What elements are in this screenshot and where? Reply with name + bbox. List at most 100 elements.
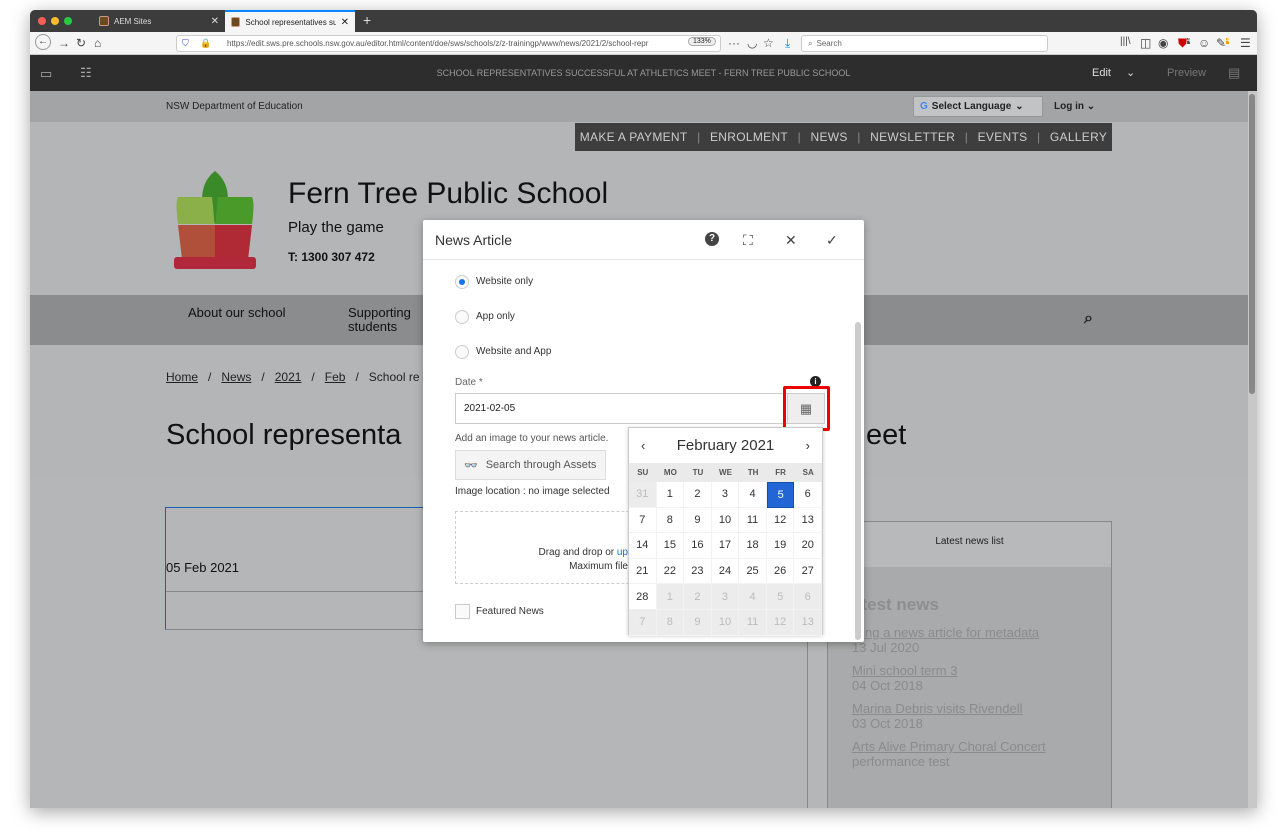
breadcrumb-news[interactable]: News <box>221 370 251 384</box>
lock-warning-icon[interactable]: 🔒 <box>200 38 211 49</box>
menu-newsletter[interactable]: NEWSLETTER <box>870 130 955 144</box>
calendar-day[interactable]: 16 <box>684 533 712 559</box>
calendar-day[interactable]: 17 <box>711 533 740 559</box>
calendar-day[interactable]: 6 <box>794 482 822 508</box>
calendar-day[interactable]: 13 <box>794 609 822 636</box>
calendar-day[interactable]: 1 <box>656 482 685 508</box>
tracking-shield-icon[interactable]: ⛉ <box>182 38 189 49</box>
menu-enrolment[interactable]: ENROLMENT <box>710 130 788 144</box>
forward-icon[interactable]: → <box>58 36 70 50</box>
bookmark-star-icon[interactable]: ☆ <box>763 36 774 50</box>
calendar-day[interactable]: 2 <box>684 482 712 508</box>
calendar-day[interactable]: 8 <box>656 609 685 636</box>
calendar-day[interactable]: 4 <box>739 482 767 508</box>
calendar-day[interactable]: 4 <box>739 584 767 610</box>
hamburger-menu-icon[interactable]: ☰ <box>1240 36 1251 50</box>
download-icon[interactable]: ⤓ <box>785 36 790 51</box>
close-tab-icon[interactable]: ✕ <box>341 17 349 28</box>
zoom-level-badge[interactable]: 133% <box>688 37 716 46</box>
login-button[interactable]: Log in ⌄ <box>1054 101 1095 112</box>
more-actions-icon[interactable]: ··· <box>728 36 740 50</box>
calendar-day[interactable]: 26 <box>766 558 795 585</box>
calendar-day[interactable]: 12 <box>766 609 795 636</box>
extension-flag-icon[interactable]: ✎4 <box>1216 36 1230 50</box>
calendar-day[interactable]: 6 <box>794 584 822 610</box>
calendar-day-selected[interactable]: 5 <box>766 482 795 508</box>
menu-gallery[interactable]: GALLERY <box>1050 130 1107 144</box>
radio-app-only[interactable] <box>455 310 469 324</box>
calendar-day[interactable]: 9 <box>684 507 712 534</box>
radio-website-only[interactable] <box>455 275 469 289</box>
back-icon[interactable]: ← <box>35 34 51 50</box>
tab-aem-sites[interactable]: AEM Sites ✕ <box>93 10 225 32</box>
date-input[interactable] <box>455 393 788 424</box>
confirm-check-icon[interactable]: ✓ <box>826 232 838 249</box>
calendar-day[interactable]: 13 <box>794 507 822 534</box>
calendar-day[interactable]: 7 <box>629 609 657 636</box>
news-link[interactable]: Arts Alive Primary Choral Concert <box>852 739 1046 754</box>
calendar-day[interactable]: 14 <box>629 533 657 559</box>
calendar-day[interactable]: 11 <box>739 507 767 534</box>
article-date-component[interactable]: 05 Feb 2021 <box>165 507 435 630</box>
next-month-icon[interactable]: › <box>806 438 810 453</box>
menu-news[interactable]: NEWS <box>811 130 848 144</box>
tab-school-representatives[interactable]: School representatives successful ✕ <box>225 10 355 32</box>
menu-make-a-payment[interactable]: MAKE A PAYMENT <box>580 130 688 144</box>
breadcrumb-feb[interactable]: Feb <box>325 370 346 384</box>
calendar-day[interactable]: 3 <box>711 482 740 508</box>
reload-icon[interactable]: ↻ <box>76 36 86 50</box>
featured-news-checkbox[interactable] <box>455 604 470 619</box>
nav-about-our-school[interactable]: About our school <box>188 306 286 320</box>
prev-month-icon[interactable]: ‹ <box>641 438 645 453</box>
news-link[interactable]: Marina Debris visits Rivendell <box>852 701 1023 716</box>
page-scrollbar-thumb[interactable] <box>1249 94 1255 394</box>
help-icon[interactable]: ? <box>705 232 719 246</box>
calendar-day[interactable]: 20 <box>794 533 822 559</box>
calendar-day[interactable]: 7 <box>629 507 657 534</box>
calendar-day[interactable]: 2 <box>684 584 712 610</box>
close-window-button[interactable] <box>38 17 46 25</box>
shield-extension-icon[interactable]: ⛊4 <box>1178 36 1191 51</box>
language-selector[interactable]: G Select Language ⌄ <box>913 96 1043 117</box>
annotations-icon[interactable]: ▤ <box>1228 65 1240 81</box>
calendar-day[interactable]: 25 <box>739 558 767 585</box>
minimize-window-button[interactable] <box>51 17 59 25</box>
calendar-day[interactable]: 11 <box>739 609 767 636</box>
extension-icon[interactable]: ◉ <box>1158 36 1168 50</box>
calendar-day[interactable]: 15 <box>656 533 685 559</box>
calendar-day[interactable]: 9 <box>684 609 712 636</box>
search-assets-button[interactable]: 👓 Search through Assets <box>455 450 606 480</box>
breadcrumb-home[interactable]: Home <box>166 370 198 384</box>
calendar-day[interactable]: 5 <box>766 584 795 610</box>
calendar-day[interactable]: 10 <box>711 507 740 534</box>
sidebar-icon[interactable]: ◫ <box>1140 36 1151 50</box>
menu-events[interactable]: EVENTS <box>978 130 1028 144</box>
latest-news-component[interactable]: Latest news list atest news sting a news… <box>827 521 1112 808</box>
close-tab-icon[interactable]: ✕ <box>211 16 219 27</box>
news-link[interactable]: sting a news article for metadata <box>852 625 1039 640</box>
new-tab-button[interactable]: + <box>363 12 371 28</box>
calendar-day[interactable]: 1 <box>656 584 685 610</box>
maximize-window-button[interactable] <box>64 17 72 25</box>
calendar-day[interactable]: 19 <box>766 533 795 559</box>
home-icon[interactable]: ⌂ <box>94 36 101 50</box>
calendar-day[interactable]: 27 <box>794 558 822 585</box>
calendar-day[interactable]: 8 <box>656 507 685 534</box>
breadcrumb-2021[interactable]: 2021 <box>275 370 302 384</box>
browser-search-input[interactable]: ⌕ Search <box>801 35 1048 52</box>
calendar-day[interactable]: 31 <box>629 482 657 508</box>
library-icon[interactable]: |||\ <box>1120 36 1131 47</box>
pocket-icon[interactable]: ◡ <box>747 36 757 50</box>
nav-supporting-students[interactable]: Supporting students <box>348 306 428 334</box>
calendar-day[interactable]: 21 <box>629 558 657 585</box>
dialog-scrollbar[interactable] <box>855 322 861 640</box>
calendar-day[interactable]: 18 <box>739 533 767 559</box>
news-link[interactable]: Mini school term 3 <box>852 663 957 678</box>
search-icon[interactable]: ⌕ <box>1084 310 1093 328</box>
calendar-day[interactable]: 24 <box>711 558 740 585</box>
calendar-day[interactable]: 28 <box>629 584 657 610</box>
calendar-day[interactable]: 3 <box>711 584 740 610</box>
calendar-day[interactable]: 22 <box>656 558 685 585</box>
preview-button[interactable]: Preview <box>1167 67 1206 79</box>
close-icon[interactable]: ✕ <box>785 232 797 249</box>
